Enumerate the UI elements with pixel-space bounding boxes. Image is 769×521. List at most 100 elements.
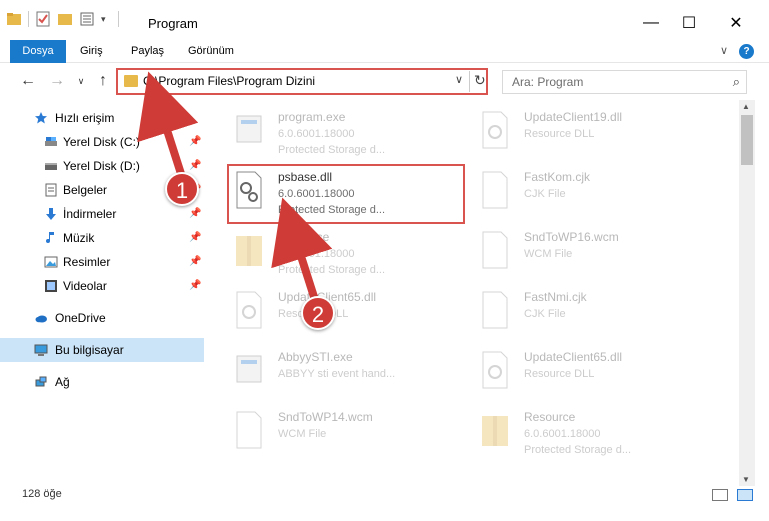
cloud-icon (35, 315, 47, 323)
file-name: UpdateClient65.dll (524, 350, 623, 364)
file-name: SndToWP16.wcm (524, 230, 619, 244)
exe-icon (236, 355, 262, 383)
large-icons-view-icon[interactable] (737, 489, 753, 501)
sidebar-item-label: Ağ (55, 375, 70, 389)
sidebar-item-label: Bu bilgisayar (55, 343, 124, 357)
navigation-pane: Hızlı erişim Yerel Disk (C:) 📌 Yerel Dis… (0, 100, 204, 487)
file-item[interactable]: program.exe 6.0.6001.18000 Protected Sto… (230, 106, 460, 164)
archive-icon (236, 236, 262, 266)
pin-icon[interactable]: 📌 (189, 274, 201, 298)
file-item[interactable]: Resource 6.0.6001.18000 Protected Storag… (476, 406, 706, 464)
sidebar-item-label: Belgeler (63, 183, 108, 197)
music-icon (46, 232, 54, 243)
refresh-icon[interactable]: ↻ (474, 72, 486, 89)
file-detail: Protected Storage d... (278, 144, 386, 156)
file-item[interactable]: SndToWP14.wcm WCM File (230, 406, 460, 464)
sidebar-item-label: Hızlı erişim (55, 111, 115, 125)
dll-icon (236, 291, 262, 329)
vertical-scrollbar[interactable]: ▲ ▼ (739, 100, 755, 486)
maximize-button[interactable]: ☐ (666, 8, 712, 38)
search-box[interactable]: Ara: Program ⌕ (502, 70, 747, 94)
close-button[interactable]: ✕ (713, 8, 759, 38)
file-name: Resource (524, 410, 576, 424)
file-name: UpdateClient19.dll (524, 110, 623, 124)
sidebar-item-hizli-erisim[interactable]: Hızlı erişim (0, 106, 204, 130)
file-detail: 6.0.6001.18000 (278, 188, 355, 200)
address-path[interactable]: C:\Program Files\Program Dizini (143, 74, 315, 88)
sidebar-item-onedrive[interactable]: OneDrive (0, 306, 204, 330)
help-icon[interactable]: ? (739, 44, 754, 59)
back-arrow-icon[interactable]: ← (19, 72, 37, 90)
tab-giris[interactable]: Giriş (80, 40, 103, 63)
star-icon (35, 112, 47, 124)
computer-icon (34, 344, 48, 356)
divider (117, 11, 119, 27)
sidebar-item-yerel-disk-c[interactable]: Yerel Disk (C:) 📌 (0, 130, 204, 154)
file-name: AbbyySTI.exe (278, 350, 353, 364)
file-item[interactable]: Resource 6.0.6001.18000 Protected Storag… (230, 226, 460, 284)
address-bar[interactable]: C:\Program Files\Program Dizini ∨ ↻ (116, 68, 488, 95)
properties-icon[interactable] (35, 11, 51, 27)
details-view-icon[interactable] (712, 489, 728, 501)
sidebar-item-label: Yerel Disk (C:) (63, 135, 140, 149)
address-dropdown-chevron-icon[interactable]: ∨ (455, 73, 463, 86)
tab-dosya[interactable]: Dosya (10, 40, 66, 63)
tab-paylas[interactable]: Paylaş (131, 40, 164, 63)
scroll-up-arrow-icon[interactable]: ▲ (742, 102, 750, 111)
step-badge-2: 2 (301, 296, 335, 330)
file-detail: Protected Storage d... (278, 204, 386, 216)
pin-icon[interactable]: 📌 (189, 202, 201, 226)
sidebar-item-bu-bilgisayar[interactable]: Bu bilgisayar (0, 338, 204, 362)
file-icon (236, 411, 262, 449)
file-name: SndToWP14.wcm (278, 410, 373, 424)
forward-arrow-icon[interactable]: → (48, 72, 66, 90)
dll-icon (482, 111, 508, 149)
scroll-down-arrow-icon[interactable]: ▼ (742, 475, 750, 484)
sidebar-item-ag[interactable]: Ağ (0, 370, 204, 394)
videos-icon (45, 280, 57, 292)
sidebar-item-indirmeler[interactable]: İndirmeler 📌 (0, 202, 204, 226)
file-detail: 6.0.6001.18000 (278, 248, 355, 260)
file-icon (482, 231, 508, 269)
customize-toolbar-chevron-icon[interactable]: ▾ (101, 14, 106, 25)
pin-icon[interactable]: 📌 (189, 226, 201, 250)
documents-icon (45, 183, 57, 197)
file-item[interactable]: FastKom.cjk CJK File (476, 166, 706, 224)
file-item[interactable]: AbbyySTI.exe ABBYY sti event hand... (230, 346, 460, 404)
new-folder-icon[interactable] (57, 11, 73, 27)
file-detail: Protected Storage d... (524, 444, 632, 456)
view-options-icon[interactable] (79, 11, 95, 27)
file-item-psbase[interactable]: psbase.dll 6.0.6001.18000 Protected Stor… (230, 166, 460, 224)
file-detail: WCM File (524, 248, 573, 260)
pin-icon[interactable]: 📌 (189, 250, 201, 274)
file-item[interactable]: UpdateClient19.dll Resource DLL (476, 106, 706, 164)
recent-locations-chevron-icon[interactable]: ∨ (72, 72, 90, 90)
tab-gorunum[interactable]: Görünüm (188, 40, 234, 63)
file-item[interactable]: FastNmi.cjk CJK File (476, 286, 706, 344)
quick-access-toolbar: ▾ (6, 11, 119, 27)
folder-icon (7, 13, 21, 25)
sidebar-item-label: Müzik (63, 231, 95, 245)
scroll-thumb[interactable] (741, 115, 753, 165)
file-name: program.exe (278, 110, 346, 124)
file-item[interactable]: UpdateClient65.dll Resource DLL (230, 286, 460, 344)
sidebar-item-muzik[interactable]: Müzik 📌 (0, 226, 204, 250)
search-placeholder[interactable]: Ara: Program (512, 75, 583, 89)
sidebar-item-videolar[interactable]: Videolar 📌 (0, 274, 204, 298)
file-icon (482, 171, 508, 209)
search-icon[interactable]: ⌕ (733, 74, 740, 90)
file-name: psbase.dll (278, 170, 333, 184)
download-icon (46, 208, 56, 220)
pin-icon[interactable]: 📌 (189, 130, 201, 154)
sidebar-item-label: Yerel Disk (D:) (63, 159, 140, 173)
expand-ribbon-chevron-icon[interactable]: ∨ (720, 40, 728, 63)
file-item[interactable]: UpdateClient65.dll Resource DLL (476, 346, 706, 404)
file-item[interactable]: SndToWP16.wcm WCM File (476, 226, 706, 284)
up-arrow-icon[interactable]: ↑ (94, 72, 112, 90)
divider (28, 11, 29, 27)
ribbon-tabs: Dosya Giriş Paylaş Görünüm ∨ ? (0, 40, 769, 63)
file-detail: Resource DLL (524, 128, 595, 140)
drive-icon (45, 137, 57, 146)
sidebar-item-resimler[interactable]: Resimler 📌 (0, 250, 204, 274)
window-title: Program (148, 16, 198, 31)
